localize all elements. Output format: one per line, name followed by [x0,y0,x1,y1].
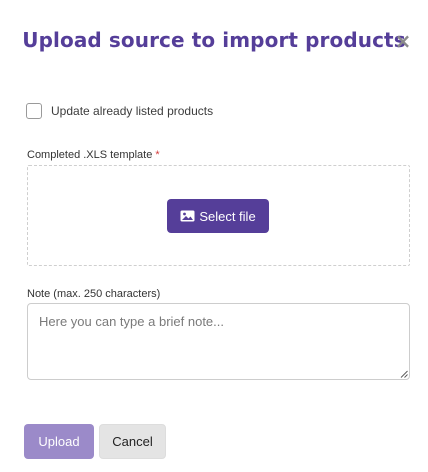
select-file-label: Select file [199,208,256,224]
close-icon[interactable]: × [394,31,412,51]
update-checkbox-label[interactable]: Update already listed products [51,104,213,118]
select-file-button[interactable]: Select file [167,199,269,233]
note-textarea[interactable] [27,303,410,380]
dialog-title: Upload source to import products [22,28,406,52]
template-label-text: Completed .XLS template [27,149,153,161]
upload-button[interactable]: Upload [24,424,94,459]
resize-handle-icon[interactable] [400,370,408,378]
cancel-button[interactable]: Cancel [99,424,166,459]
update-checkbox-row[interactable]: Update already listed products [26,103,213,119]
update-checkbox[interactable] [26,103,42,119]
image-icon [180,210,195,222]
note-field-label: Note (max. 250 characters) [27,288,161,300]
required-mark: * [155,149,160,161]
template-field-label: Completed .XLS template * [27,149,160,161]
upload-dialog: Upload source to import products × Updat… [0,0,428,472]
